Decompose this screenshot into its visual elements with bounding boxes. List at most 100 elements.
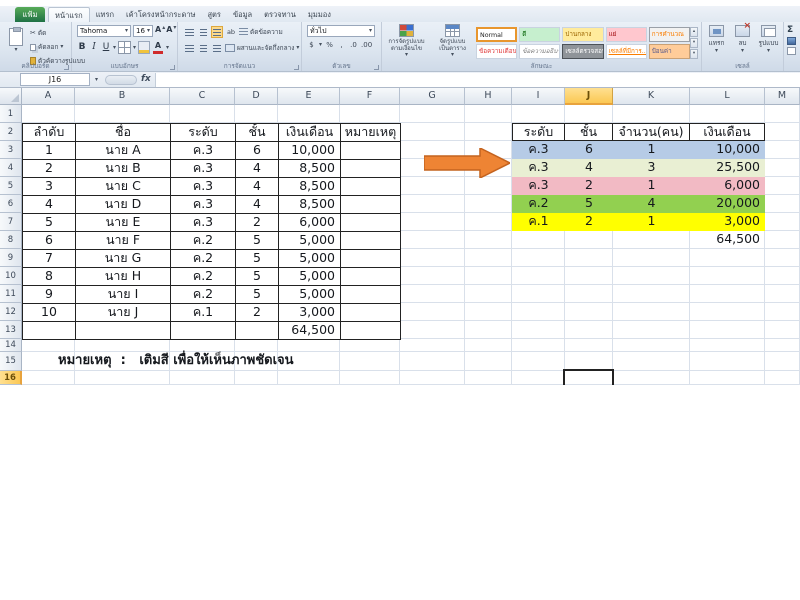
cell[interactable]: 2: [236, 214, 279, 232]
grid-cell[interactable]: [765, 371, 800, 385]
cell[interactable]: [341, 250, 401, 268]
grid-cell[interactable]: [512, 352, 565, 371]
row-header-2[interactable]: 2: [0, 123, 22, 141]
grid-cell[interactable]: [465, 213, 512, 231]
style-calculation[interactable]: การคำนวณ: [649, 27, 690, 42]
cell[interactable]: 2: [236, 304, 279, 322]
cell[interactable]: ชั้น: [565, 123, 613, 141]
cell[interactable]: นาย D: [76, 196, 171, 214]
cell[interactable]: 1: [613, 141, 690, 159]
cell[interactable]: นาย B: [76, 160, 171, 178]
grid-cell[interactable]: [765, 159, 800, 177]
grid-cell[interactable]: [170, 105, 235, 123]
cell[interactable]: 1: [613, 213, 690, 231]
grid-cell[interactable]: [765, 141, 800, 159]
cell[interactable]: 10,000: [279, 142, 341, 160]
grid-cell[interactable]: [465, 249, 512, 267]
row-header-1[interactable]: 1: [0, 105, 22, 123]
grid-cell[interactable]: [400, 177, 465, 195]
grid-cell[interactable]: [765, 213, 800, 231]
grid-cell[interactable]: [690, 267, 765, 285]
grid-cell[interactable]: [22, 371, 75, 385]
cell[interactable]: 10,000: [690, 141, 765, 159]
grid-cell[interactable]: [765, 352, 800, 371]
tab-insert[interactable]: แทรก: [90, 7, 120, 22]
column-header-B[interactable]: B: [75, 88, 170, 105]
align-right-button[interactable]: [211, 42, 223, 54]
grid-cell[interactable]: [512, 105, 565, 123]
row-header-16[interactable]: 16: [0, 371, 22, 385]
grid-cell[interactable]: [765, 231, 800, 249]
grid-cell[interactable]: [512, 339, 565, 352]
cell[interactable]: 2: [565, 177, 613, 195]
grid-cell[interactable]: [765, 285, 800, 303]
grid-cell[interactable]: [690, 339, 765, 352]
cell[interactable]: [565, 231, 613, 249]
grid-cell[interactable]: [613, 249, 690, 267]
column-header-D[interactable]: D: [235, 88, 278, 105]
cell[interactable]: 5: [565, 195, 613, 213]
cell[interactable]: ค.2: [512, 195, 565, 213]
grid-cell[interactable]: [235, 339, 278, 352]
wrap-text-button[interactable]: ตัดข้อความ: [239, 27, 283, 37]
comma-button[interactable]: ,: [337, 41, 346, 49]
gallery-more-button[interactable]: ▾: [690, 49, 698, 59]
formula-input[interactable]: [155, 73, 800, 87]
style-linked[interactable]: เซลล์ที่มีการ...: [606, 44, 647, 59]
font-color-icon[interactable]: A: [152, 41, 164, 54]
column-header-A[interactable]: A: [22, 88, 75, 105]
tab-data[interactable]: ข้อมูล: [227, 7, 258, 22]
grid-cell[interactable]: [765, 321, 800, 339]
cells-delete-button[interactable]: ลบ▾: [730, 25, 755, 54]
cell[interactable]: 9: [23, 286, 76, 304]
grid-cell[interactable]: [400, 321, 465, 339]
cell[interactable]: [23, 322, 76, 340]
shrink-font-button[interactable]: A: [166, 25, 172, 34]
row-header-11[interactable]: 11: [0, 285, 22, 303]
cells-format-button[interactable]: รูปแบบ▾: [756, 25, 781, 54]
grid-cell[interactable]: [765, 105, 800, 123]
grid-cell[interactable]: [400, 285, 465, 303]
cell[interactable]: [341, 286, 401, 304]
cell[interactable]: 6,000: [279, 214, 341, 232]
style-explanatory[interactable]: ข้อความอธิบาย: [519, 44, 560, 59]
cell[interactable]: 5,000: [279, 232, 341, 250]
grid-cell[interactable]: [690, 285, 765, 303]
grid-cell[interactable]: [465, 303, 512, 321]
grid-cell[interactable]: [75, 105, 170, 123]
column-header-I[interactable]: I: [512, 88, 565, 105]
orientation-button[interactable]: ab: [225, 26, 237, 38]
style-neutral[interactable]: ปานกลาง: [562, 27, 603, 42]
grid-cell[interactable]: [235, 105, 278, 123]
grid-cell[interactable]: [765, 195, 800, 213]
grid-cell[interactable]: [765, 267, 800, 285]
grid-cell[interactable]: [512, 371, 565, 385]
cell[interactable]: 4: [565, 159, 613, 177]
align-middle-button[interactable]: [197, 26, 209, 38]
grid-cell[interactable]: [690, 321, 765, 339]
column-header-G[interactable]: G: [400, 88, 465, 105]
gallery-up-button[interactable]: ▴: [690, 27, 698, 37]
style-check[interactable]: เซลล์ตรวจสอบ: [562, 44, 603, 59]
grid-cell[interactable]: [235, 371, 278, 385]
row-header-9[interactable]: 9: [0, 249, 22, 267]
grid-cell[interactable]: [22, 105, 75, 123]
grid-cell[interactable]: [765, 123, 800, 141]
cell[interactable]: 5: [236, 232, 279, 250]
grid-cell[interactable]: [400, 195, 465, 213]
font-size-select[interactable]: 16 ▾: [133, 25, 153, 37]
grid-cell[interactable]: [465, 231, 512, 249]
decrease-decimal-button[interactable]: .00: [361, 41, 372, 49]
cell[interactable]: 6,000: [690, 177, 765, 195]
cell[interactable]: 64,500: [279, 322, 341, 340]
cell[interactable]: 1: [613, 177, 690, 195]
cell[interactable]: 8,500: [279, 196, 341, 214]
row-header-10[interactable]: 10: [0, 267, 22, 285]
grid-cell[interactable]: [340, 352, 400, 371]
cell[interactable]: ค.3: [171, 178, 236, 196]
cell[interactable]: นาย J: [76, 304, 171, 322]
underline-button[interactable]: U: [101, 41, 111, 54]
cell[interactable]: 4: [236, 196, 279, 214]
align-left-button[interactable]: [183, 42, 195, 54]
cell[interactable]: 6: [236, 142, 279, 160]
